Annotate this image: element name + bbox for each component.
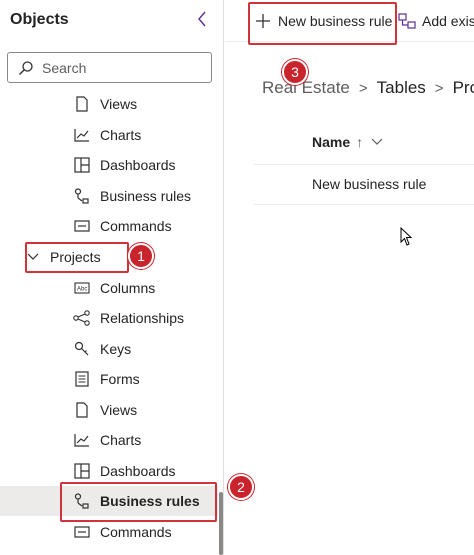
tree-item-charts-2[interactable]: Charts <box>0 425 218 455</box>
tree-item-label: Charts <box>100 127 142 143</box>
tree-item-label: Views <box>100 96 138 112</box>
column-header-label: Name <box>312 134 351 150</box>
panel-title: Objects <box>10 11 69 28</box>
step-badge-3: 3 <box>282 59 308 85</box>
highlight-projects <box>25 242 129 273</box>
svg-text:Abc: Abc <box>77 287 87 293</box>
tree-item-dashboards[interactable]: Dashboards <box>0 150 218 180</box>
tree-item-views-2[interactable]: Views <box>0 395 218 425</box>
search-icon <box>18 60 34 76</box>
business-rule-icon <box>72 186 92 206</box>
tree-item-keys[interactable]: Keys <box>0 334 218 364</box>
tree-item-label: Commands <box>100 524 172 540</box>
column-header-name[interactable]: Name ↑ <box>312 134 385 150</box>
tree-item-columns[interactable]: Abc Columns <box>0 273 218 303</box>
tree-item-label: Views <box>100 402 138 418</box>
step-badge-1: 1 <box>128 243 154 269</box>
relationships-icon <box>72 308 92 328</box>
tree-item-forms[interactable]: Forms <box>0 364 218 394</box>
scrollbar[interactable] <box>219 492 223 555</box>
tree-item-label: Keys <box>100 341 132 357</box>
tree-item-label: Business rules <box>100 188 192 204</box>
dashboard-icon <box>72 155 92 175</box>
table-row[interactable]: New business rule <box>312 176 426 192</box>
tree-item-label: Dashboards <box>100 157 176 173</box>
tree-item-relationships[interactable]: Relationships <box>0 303 218 333</box>
step-badge-2: 2 <box>228 474 254 500</box>
highlight-business-rules <box>60 482 217 522</box>
tree-item-label: Commands <box>100 218 172 234</box>
views-icon <box>72 94 92 114</box>
add-existing-button[interactable]: Add exis <box>398 0 474 42</box>
tree-item-label: Forms <box>100 371 140 387</box>
chevron-right-icon: > <box>358 79 368 97</box>
tree-item-label: Columns <box>100 280 156 296</box>
chevron-right-icon: > <box>434 79 444 97</box>
tree-item-commands[interactable]: Commands <box>0 211 218 241</box>
search-placeholder: Search <box>42 59 87 76</box>
grid-row-divider <box>254 204 474 205</box>
chevron-left-icon <box>198 11 206 27</box>
tree-item-label: Dashboards <box>100 463 176 479</box>
grid-header-divider <box>254 164 474 165</box>
breadcrumb-item-tables[interactable]: Tables <box>377 78 426 98</box>
tree-item-business-rules[interactable]: Business rules <box>0 181 218 211</box>
chevron-down-icon[interactable] <box>371 135 385 149</box>
add-existing-icon <box>398 12 416 30</box>
highlight-new-business-rule <box>248 2 397 45</box>
tree-item-charts[interactable]: Charts <box>0 120 218 150</box>
columns-icon: Abc <box>72 278 92 298</box>
tree-item-views[interactable]: Views <box>0 89 218 119</box>
tree-item-label: Charts <box>100 432 142 448</box>
command-icon <box>72 216 92 236</box>
form-icon <box>72 369 92 389</box>
views-icon <box>72 400 92 420</box>
add-existing-label: Add exis <box>422 13 474 29</box>
breadcrumb-item-real-estate[interactable]: Real Estate <box>262 78 350 98</box>
command-icon <box>72 522 92 542</box>
sort-ascending-icon: ↑ <box>356 134 364 150</box>
objects-panel: Objects Search Views Charts Dashboards B… <box>0 0 224 555</box>
mouse-cursor-icon <box>400 227 413 246</box>
collapse-panel-button[interactable] <box>192 8 212 30</box>
dashboard-icon <box>72 461 92 481</box>
key-icon <box>72 339 92 359</box>
breadcrumb-item-projects[interactable]: Proj <box>453 78 474 98</box>
tree-item-label: Relationships <box>100 310 185 326</box>
chart-icon <box>72 125 92 145</box>
search-input[interactable]: Search <box>7 52 212 83</box>
chart-icon <box>72 430 92 450</box>
